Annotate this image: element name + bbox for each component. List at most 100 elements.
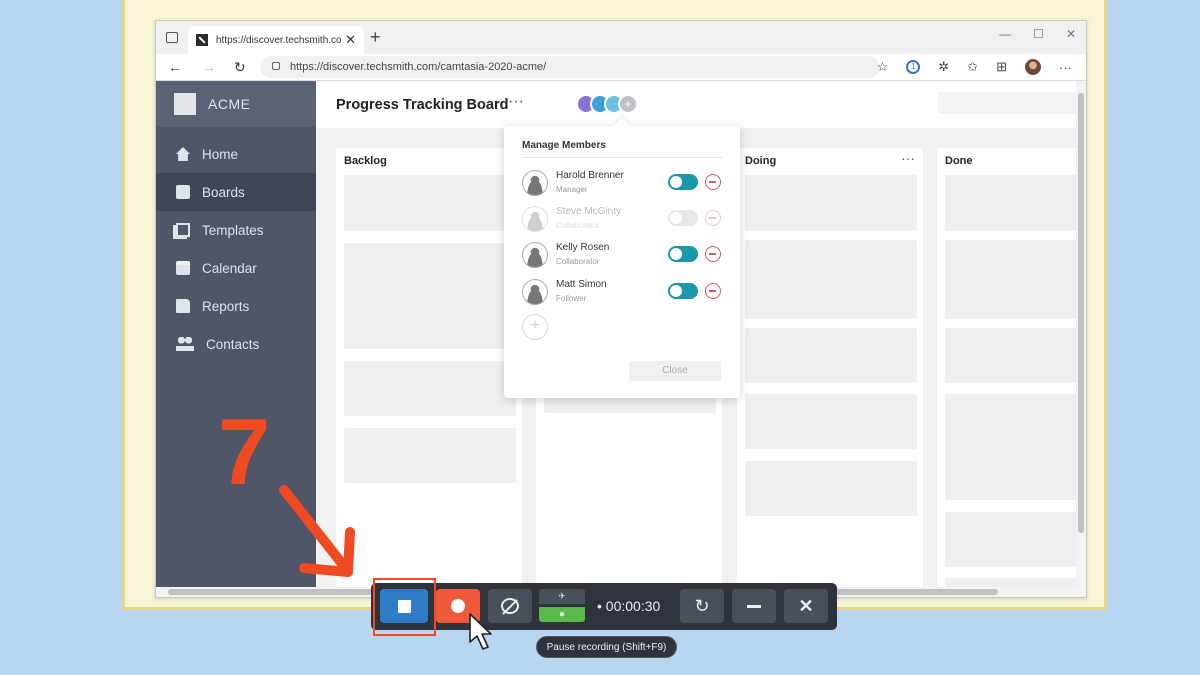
tooltip: Pause recording (Shift+F9) (536, 636, 677, 658)
favorites-icon[interactable]: ✩ (967, 59, 978, 75)
extensions-puzzle-icon[interactable]: ✲ (938, 59, 949, 75)
card[interactable] (945, 328, 1085, 383)
close-recorder-button[interactable]: ✕ (784, 589, 828, 623)
favorite-star-icon[interactable]: ☆ (877, 59, 889, 75)
system-audio-muted-icon[interactable]: ✈ (539, 589, 585, 604)
member-toggle[interactable] (668, 283, 698, 299)
forward-button[interactable]: → (202, 59, 216, 75)
scroll-thumb[interactable] (1078, 93, 1084, 533)
member-role: Manager (556, 185, 588, 194)
url-field[interactable]: https://discover.techsmith.com/camtasia-… (260, 56, 880, 78)
board-more-icon[interactable]: ··· (508, 93, 524, 111)
window-controls: — ☐ ✕ (999, 27, 1076, 41)
close-window-button[interactable]: ✕ (1066, 27, 1076, 41)
new-tab-button[interactable]: + (370, 27, 381, 48)
sidebar-item-label: Calendar (202, 260, 257, 276)
card[interactable] (745, 240, 917, 319)
camera-toggle-button[interactable] (488, 589, 532, 623)
manage-members-popup: Manage Members Harold Brenner Manager St… (504, 117, 740, 398)
member-role: Follower (556, 294, 587, 303)
member-toggle[interactable] (668, 174, 698, 190)
boards-icon (176, 185, 190, 199)
card[interactable] (945, 394, 1085, 500)
annotation-arrow-icon (279, 485, 355, 577)
member-toggle[interactable] (668, 246, 698, 262)
column-more-icon[interactable]: ··· (901, 150, 915, 166)
card[interactable] (344, 361, 516, 416)
card[interactable] (745, 328, 917, 383)
member-avatars[interactable]: + (576, 94, 638, 114)
sidebar-item-reports[interactable]: Reports (156, 287, 316, 325)
remove-member-icon[interactable] (705, 246, 721, 262)
highlight-box (373, 578, 436, 636)
card[interactable] (344, 243, 516, 349)
card[interactable] (945, 512, 1085, 567)
sidebar-item-label: Reports (202, 298, 250, 314)
collections-icon[interactable]: ⊞ (996, 59, 1007, 75)
member-name: Harold Brenner (556, 170, 624, 181)
lock-icon (272, 62, 280, 70)
calendar-icon (176, 261, 190, 275)
reload-button[interactable]: ↻ (234, 59, 246, 76)
add-member-icon[interactable]: + (522, 314, 548, 340)
browser-menu-icon[interactable]: ··· (1059, 60, 1072, 75)
minimize-toolbar-button[interactable] (732, 589, 776, 623)
recording-toolbar: ✈ ● • 00:00:30 ↻ ✕ (371, 583, 837, 630)
card[interactable] (344, 175, 516, 231)
member-toggle[interactable] (668, 210, 698, 226)
vertical-scrollbar[interactable] (1076, 81, 1086, 597)
back-button[interactable]: ← (168, 59, 182, 75)
sidebar-item-boards[interactable]: Boards (156, 173, 316, 211)
sidebar-item-templates[interactable]: Templates (156, 211, 316, 249)
remove-member-icon[interactable] (705, 174, 721, 190)
brand[interactable]: ACME (156, 81, 316, 127)
restart-recording-button[interactable]: ↻ (680, 589, 724, 623)
audio-toggle[interactable]: ✈ ● (539, 589, 585, 623)
remove-member-icon[interactable] (705, 283, 721, 299)
minimize-window-button[interactable]: — (999, 27, 1011, 41)
column-title: Doing (745, 155, 777, 167)
column-backlog: Backlog (336, 148, 522, 597)
tab-bar: https://discover.techsmith.com/c ✕ + — ☐… (156, 21, 1086, 54)
recording-timer: • 00:00:30 (597, 598, 661, 614)
close-button[interactable]: Close (629, 361, 721, 381)
add-member-button[interactable]: + (618, 94, 638, 114)
card[interactable] (745, 175, 917, 231)
remove-member-icon[interactable] (705, 210, 721, 226)
browser-tab[interactable]: https://discover.techsmith.com/c ✕ (188, 26, 364, 54)
member-role: Collaborator (556, 257, 600, 266)
tab-close-icon[interactable]: ✕ (345, 32, 356, 48)
tab-actions-icon[interactable] (166, 32, 178, 43)
card[interactable] (945, 175, 1085, 231)
card[interactable] (745, 461, 917, 516)
address-bar: ← → ↻ https://discover.techsmith.com/cam… (156, 54, 1086, 81)
reports-icon (176, 299, 190, 313)
avatar (522, 279, 548, 305)
card[interactable] (945, 240, 1085, 319)
popup-pointer (613, 117, 631, 135)
avatar (522, 242, 548, 268)
card[interactable] (745, 394, 917, 449)
member-row: Harold Brenner Manager (522, 168, 722, 198)
mouse-cursor-icon (469, 613, 492, 650)
sidebar-item-label: Boards (202, 184, 245, 200)
sidebar-item-home[interactable]: Home (156, 135, 316, 173)
browser-toolbar: ☆ 1 ✲ ✩ ⊞ ··· (877, 59, 1072, 75)
card[interactable] (344, 428, 516, 483)
page-title: Progress Tracking Board (336, 97, 509, 113)
step-number: 7 (218, 399, 271, 504)
sidebar-item-calendar[interactable]: Calendar (156, 249, 316, 287)
search-input[interactable]: C (938, 92, 1086, 114)
tab-title: https://discover.techsmith.com/c (216, 34, 342, 46)
sidebar-item-label: Home (202, 146, 239, 162)
board-main: Progress Tracking Board ··· + C Backlog (316, 81, 1086, 597)
sidebar-item-contacts[interactable]: Contacts (156, 325, 316, 363)
avatar (522, 206, 548, 232)
maximize-window-button[interactable]: ☐ (1033, 27, 1044, 41)
member-name: Matt Simon (556, 279, 607, 290)
member-row: Kelly Rosen Collaborator (522, 240, 722, 270)
extension-icon[interactable]: 1 (906, 60, 921, 74)
microphone-icon[interactable]: ● (539, 607, 585, 622)
contacts-icon (176, 337, 194, 351)
profile-avatar-icon[interactable] (1025, 59, 1041, 75)
